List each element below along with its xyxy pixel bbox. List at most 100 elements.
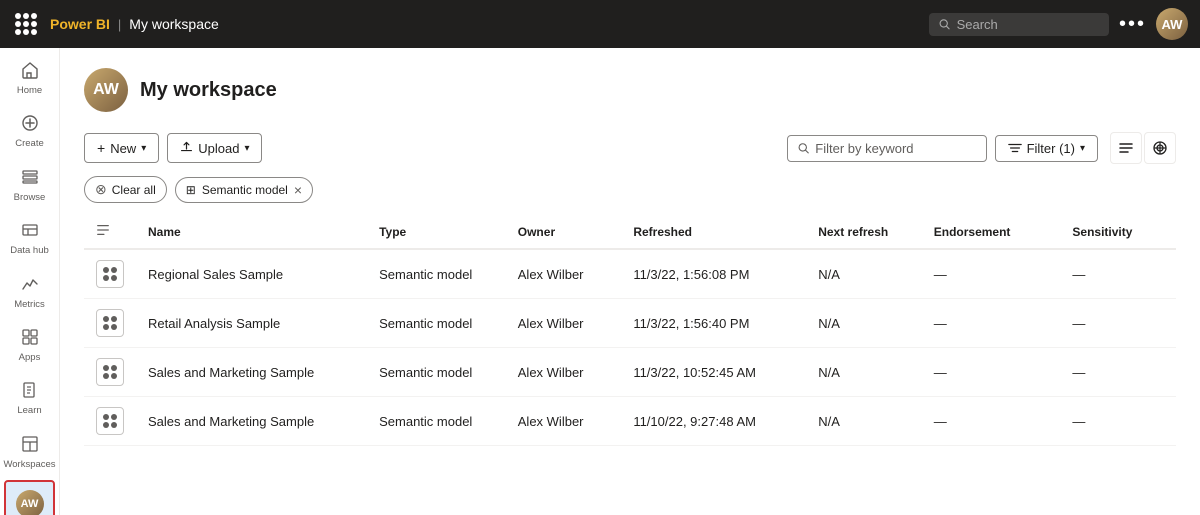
row-type: Semantic model [367, 348, 506, 397]
brand: Power BI | My workspace [50, 16, 219, 32]
clear-all-label: Clear all [112, 183, 156, 197]
col-header-refreshed: Refreshed [621, 215, 806, 249]
view-toggle [1110, 132, 1176, 164]
sidebar-item-apps[interactable]: Apps [4, 320, 55, 371]
col-header-sensitivity: Sensitivity [1060, 215, 1176, 249]
clear-icon: ⊗ [95, 181, 107, 198]
upload-button[interactable]: Upload ▾ [167, 133, 262, 163]
item-icon[interactable] [96, 260, 124, 288]
table-row: Regional Sales Sample Semantic model Ale… [84, 249, 1176, 299]
filter-search-icon [798, 142, 810, 155]
toolbar: + New ▾ Upload ▾ Filter (1) ▾ [84, 132, 1176, 164]
col-header-owner: Owner [506, 215, 622, 249]
item-icon[interactable] [96, 358, 124, 386]
sidebar-item-datahub-label: Data hub [10, 245, 49, 256]
workspace-header: AW My workspace [84, 68, 1176, 112]
row-next-refresh: N/A [806, 348, 922, 397]
sidebar-item-datahub[interactable]: Data hub [4, 213, 55, 264]
row-owner: Alex Wilber [506, 299, 622, 348]
semantic-model-tag-close-icon[interactable]: × [294, 182, 302, 198]
row-owner: Alex Wilber [506, 249, 622, 299]
avatar-initials: AW [1156, 8, 1188, 40]
main-content: AW My workspace + New ▾ Upload ▾ Filter … [60, 48, 1200, 515]
sidebar-item-learn-label: Learn [17, 405, 41, 416]
new-button-label: New [110, 141, 136, 156]
learn-icon [21, 381, 39, 402]
row-next-refresh: N/A [806, 397, 922, 446]
sidebar-item-browse[interactable]: Browse [4, 160, 55, 211]
sidebar-item-metrics[interactable]: Metrics [4, 267, 55, 318]
table-row: Retail Analysis Sample Semantic model Al… [84, 299, 1176, 348]
row-sensitivity: — [1060, 397, 1176, 446]
filter-keyword-input[interactable] [815, 141, 975, 156]
table-body: Regional Sales Sample Semantic model Ale… [84, 249, 1176, 446]
workspace-title: My workspace [140, 79, 277, 102]
item-icon[interactable] [96, 407, 124, 435]
workspaces-icon [21, 435, 39, 456]
row-endorsement: — [922, 348, 1061, 397]
list-view-icon [1118, 140, 1134, 156]
filter-button[interactable]: Filter (1) ▾ [995, 135, 1098, 162]
sidebar-item-myworkspace[interactable]: AW Myworkspace [4, 480, 55, 515]
datahub-icon [21, 221, 39, 242]
items-table: Name Type Owner Refreshed Next refresh E… [84, 215, 1176, 446]
sidebar-item-home-label: Home [17, 85, 42, 96]
topbar: Power BI | My workspace ••• AW [0, 0, 1200, 48]
avatar[interactable]: AW [1156, 8, 1188, 40]
network-view-button[interactable] [1144, 132, 1176, 164]
new-chevron-icon: ▾ [141, 143, 146, 154]
col-header-type: Type [367, 215, 506, 249]
sidebar-item-metrics-label: Metrics [14, 299, 45, 310]
topbar-workspace-name: My workspace [129, 16, 218, 32]
metrics-icon [21, 275, 39, 296]
row-sensitivity: — [1060, 299, 1176, 348]
sidebar-item-create-label: Create [15, 138, 44, 149]
row-refreshed: 11/3/22, 1:56:40 PM [621, 299, 806, 348]
active-filters-row: ⊗ Clear all ⊞ Semantic model × [84, 176, 1176, 203]
col-header-name: Name [136, 215, 367, 249]
topbar-search[interactable] [929, 13, 1109, 36]
sidebar-item-workspaces[interactable]: Workspaces [4, 427, 55, 478]
row-type: Semantic model [367, 299, 506, 348]
apps-icon [21, 328, 39, 349]
row-name: Retail Analysis Sample [136, 299, 367, 348]
more-options-button[interactable]: ••• [1119, 13, 1146, 36]
col-header-next-refresh: Next refresh [806, 215, 922, 249]
sidebar-item-create[interactable]: Create [4, 106, 55, 157]
clear-all-button[interactable]: ⊗ Clear all [84, 176, 167, 203]
new-button[interactable]: + New ▾ [84, 133, 159, 163]
sidebar-item-workspaces-label: Workspaces [3, 459, 55, 470]
col-header-endorsement: Endorsement [922, 215, 1061, 249]
brand-name: Power BI [50, 16, 110, 32]
semantic-model-tag-icon: ⊞ [186, 183, 196, 197]
semantic-model-filter-tag[interactable]: ⊞ Semantic model × [175, 177, 313, 203]
upload-icon [180, 140, 193, 156]
row-next-refresh: N/A [806, 249, 922, 299]
semantic-model-tag-label: Semantic model [202, 183, 288, 197]
workspace-avatar: AW [84, 68, 128, 112]
row-endorsement: — [922, 299, 1061, 348]
row-icon-cell [84, 299, 136, 348]
row-refreshed: 11/3/22, 1:56:08 PM [621, 249, 806, 299]
sidebar-item-learn[interactable]: Learn [4, 373, 55, 424]
search-icon [939, 18, 951, 31]
browse-icon [21, 168, 39, 189]
row-name: Sales and Marketing Sample [136, 348, 367, 397]
row-endorsement: — [922, 397, 1061, 446]
sidebar-item-home[interactable]: Home [4, 53, 55, 104]
row-next-refresh: N/A [806, 299, 922, 348]
search-input[interactable] [957, 17, 1099, 32]
row-type: Semantic model [367, 397, 506, 446]
row-refreshed: 11/10/22, 9:27:48 AM [621, 397, 806, 446]
filter-lines-icon [1008, 141, 1022, 155]
sidebar-item-apps-label: Apps [19, 352, 41, 363]
row-icon-cell [84, 249, 136, 299]
row-refreshed: 11/3/22, 10:52:45 AM [621, 348, 806, 397]
item-icon[interactable] [96, 309, 124, 337]
filter-keyword-input-wrap[interactable] [787, 135, 987, 162]
row-icon-cell [84, 397, 136, 446]
table-row: Sales and Marketing Sample Semantic mode… [84, 348, 1176, 397]
apps-grid-icon[interactable] [12, 10, 40, 38]
row-type: Semantic model [367, 249, 506, 299]
list-view-button[interactable] [1110, 132, 1142, 164]
